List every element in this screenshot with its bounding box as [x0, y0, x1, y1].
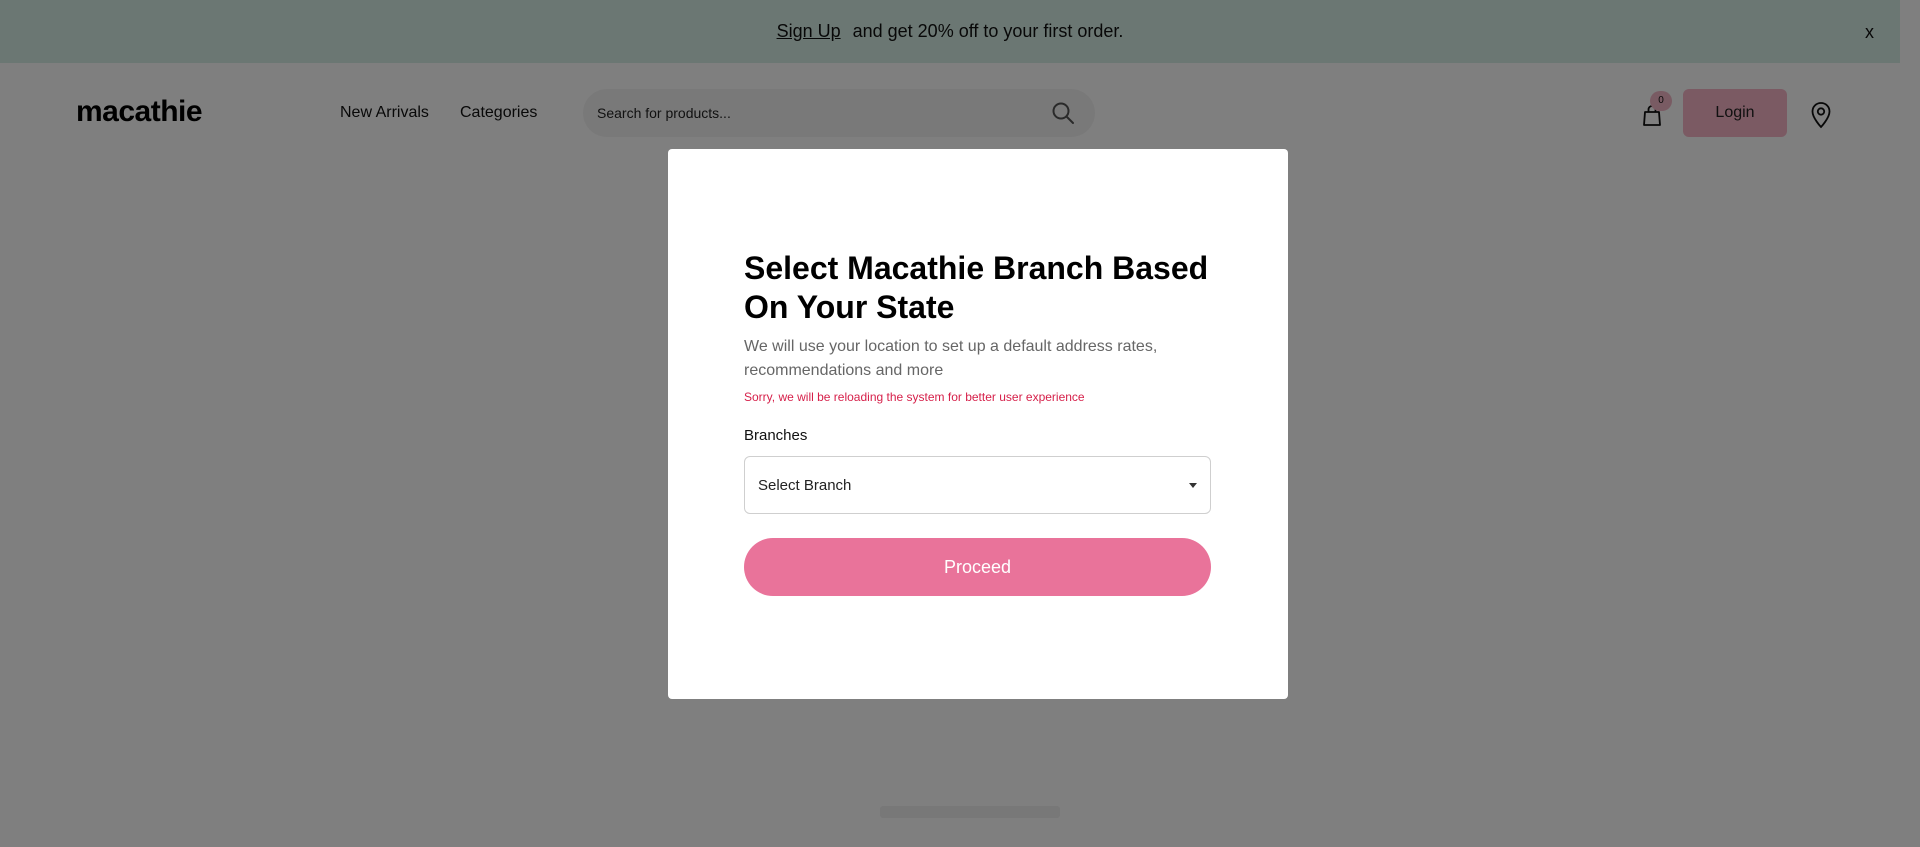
caret-down-icon [1189, 483, 1197, 488]
branch-select-value: Select Branch [758, 477, 852, 494]
modal-description: We will use your location to set up a de… [744, 338, 1158, 379]
branch-select-modal: Select Macathie Branch Based On Your Sta… [668, 149, 1288, 699]
error-message: Sorry, we will be reloading the system f… [744, 390, 1085, 404]
branch-select-dropdown[interactable]: Select Branch [744, 456, 1211, 514]
proceed-button[interactable]: Proceed [744, 538, 1211, 596]
branch-field-label: Branches [744, 427, 808, 444]
modal-title: Select Macathie Branch Based On Your Sta… [744, 250, 1209, 325]
